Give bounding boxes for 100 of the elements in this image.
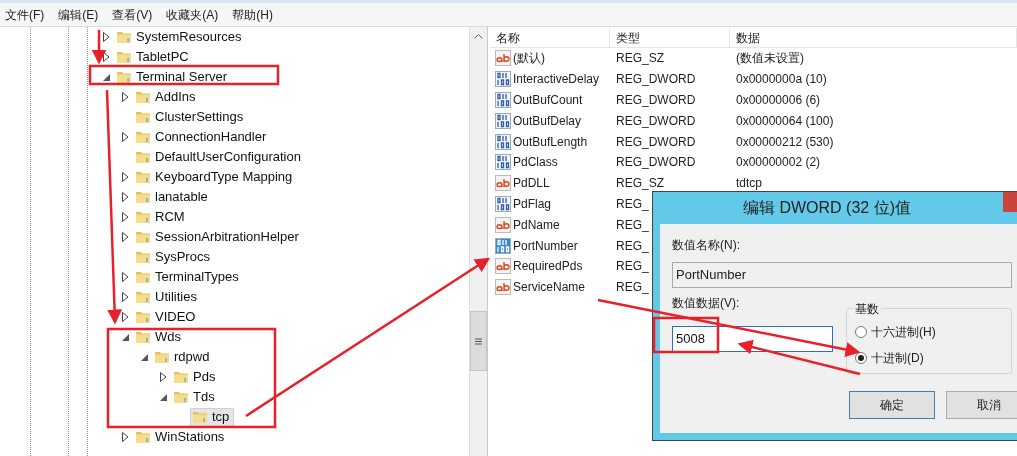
folder-icon xyxy=(135,329,151,345)
menu-item[interactable]: 帮助(H) xyxy=(227,5,278,24)
folder-icon xyxy=(173,389,189,405)
expand-arrow-icon[interactable] xyxy=(122,232,129,242)
table-cell-text: 0x00000002 (2) xyxy=(735,154,821,172)
collapse-arrow-icon[interactable] xyxy=(141,353,148,361)
collapse-arrow-icon[interactable] xyxy=(122,333,129,341)
tree-item[interactable]: ConnectionHandler xyxy=(133,127,272,147)
table-cell-text: PdFlag xyxy=(513,195,552,213)
expand-arrow-icon[interactable] xyxy=(103,32,110,42)
folder-icon xyxy=(116,69,132,85)
table-cell-text: 0x00000212 (530) xyxy=(735,133,834,151)
annotation-box xyxy=(652,316,720,354)
expand-arrow-icon[interactable] xyxy=(122,292,129,302)
tree-item[interactable]: lanatable xyxy=(133,187,213,207)
table-cell-text: (默认) xyxy=(513,50,545,68)
dialog-button[interactable]: 确定 xyxy=(849,391,935,419)
expand-arrow-icon[interactable] xyxy=(103,52,110,62)
column-header[interactable]: 类型 xyxy=(610,28,730,47)
expand-arrow-icon[interactable] xyxy=(122,92,129,102)
collapse-arrow-icon[interactable] xyxy=(103,73,110,81)
folder-icon xyxy=(135,189,151,205)
menu-item[interactable]: 文件(F) xyxy=(0,5,50,24)
table-cell-text: 0x00000064 (100) xyxy=(735,112,834,130)
column-header[interactable]: 名称 xyxy=(490,28,610,47)
radio-button[interactable] xyxy=(855,352,867,364)
radio-button[interactable] xyxy=(855,326,867,338)
tree-item[interactable]: RCM xyxy=(133,207,190,227)
menu-item[interactable]: 编辑(E) xyxy=(53,5,104,24)
expand-arrow-icon[interactable] xyxy=(122,132,129,142)
input-field[interactable]: PortNumber xyxy=(672,262,1012,288)
tree-item[interactable]: VIDEO xyxy=(133,307,201,327)
field-label: 数值名称(N): xyxy=(672,237,740,254)
scroll-up-icon[interactable] xyxy=(474,33,483,39)
table-cell: REG_SZ xyxy=(616,176,664,191)
tree-item[interactable]: Utilities xyxy=(133,287,202,307)
folder-icon xyxy=(135,129,151,145)
annotation-arrow xyxy=(91,30,107,65)
expand-arrow-icon[interactable] xyxy=(122,172,129,182)
folder-icon xyxy=(135,269,151,285)
table-cell-text: (数值未设置) xyxy=(735,50,804,68)
table-cell: REG_ xyxy=(616,280,649,295)
folder-icon xyxy=(135,109,151,125)
table-cell-text: PdClass xyxy=(513,154,558,172)
dialog-button[interactable]: 取消 xyxy=(946,391,1017,419)
tree-item[interactable]: TerminalTypes xyxy=(133,267,244,287)
table-cell-text: 0x00000006 (6) xyxy=(735,92,821,109)
field-label: 数值数据(V): xyxy=(672,295,740,312)
collapse-arrow-icon[interactable] xyxy=(160,393,167,401)
expand-arrow-icon[interactable] xyxy=(122,192,129,202)
table-cell-text: 0x0000000a (10) xyxy=(735,71,827,89)
expand-arrow-icon[interactable] xyxy=(122,312,129,322)
folder-icon xyxy=(135,309,151,325)
table-cell-text: PdName xyxy=(513,216,560,234)
column-header[interactable]: 数据 xyxy=(730,28,1017,47)
tree-item[interactable]: Pds xyxy=(171,367,221,387)
tree-item[interactable]: SessionArbitrationHelper xyxy=(133,227,304,247)
table-cell: REG_ xyxy=(616,259,649,274)
folder-icon xyxy=(173,369,189,385)
radio-option[interactable]: 十进制(D) xyxy=(855,349,1011,367)
expand-arrow-icon[interactable] xyxy=(122,272,129,282)
folder-icon xyxy=(135,429,151,445)
tree-item[interactable]: ClusterSettings xyxy=(133,107,249,127)
expand-arrow-icon[interactable] xyxy=(122,432,129,442)
table-cell: REG_DWORD xyxy=(616,155,696,170)
folder-icon xyxy=(135,229,151,245)
folder-icon xyxy=(116,29,132,45)
folder-icon xyxy=(192,409,208,425)
table-cell-text: InteractiveDelay xyxy=(513,71,600,89)
tree-item[interactable]: TabletPC xyxy=(114,47,194,67)
menu-item[interactable]: 查看(V) xyxy=(107,5,158,24)
expand-arrow-icon[interactable] xyxy=(160,372,167,382)
scrollbar[interactable] xyxy=(469,27,487,456)
tree-item[interactable]: tcp xyxy=(190,407,235,427)
table-cell-text: OutBufDelay xyxy=(513,112,582,130)
table-cell: REG_ xyxy=(616,238,649,253)
folder-icon xyxy=(135,289,151,305)
folder-icon xyxy=(154,349,170,365)
folder-icon xyxy=(135,149,151,165)
tree-item[interactable]: SystemResources xyxy=(114,27,247,47)
expand-arrow-icon[interactable] xyxy=(122,212,129,222)
tree-item[interactable]: Wds xyxy=(133,327,186,347)
folder-icon xyxy=(135,249,151,265)
folder-icon xyxy=(116,49,132,65)
table-cell-text: OutBufLength xyxy=(513,133,588,151)
table-cell-text: tdtcp xyxy=(735,175,762,193)
folder-icon xyxy=(135,169,151,185)
tree-item[interactable]: AddIns xyxy=(133,87,201,107)
menu-item[interactable]: 收藏夹(A) xyxy=(161,5,224,24)
tree-item[interactable]: KeyboardType Mapping xyxy=(133,167,298,187)
tree-item[interactable]: Tds xyxy=(171,387,220,407)
folder-icon xyxy=(135,209,151,225)
tree-item[interactable]: WinStations xyxy=(133,427,230,447)
tree-item[interactable]: rdpwd xyxy=(152,347,215,367)
table-cell-text: PdDLL xyxy=(513,175,550,193)
tree-item[interactable]: Terminal Server xyxy=(114,67,233,87)
radio-option[interactable]: 十六进制(H) xyxy=(855,323,1011,341)
tree-item[interactable]: DefaultUserConfiguration xyxy=(133,147,306,167)
table-cell-text: ServiceName xyxy=(513,279,586,297)
tree-item[interactable]: SysProcs xyxy=(133,247,215,267)
